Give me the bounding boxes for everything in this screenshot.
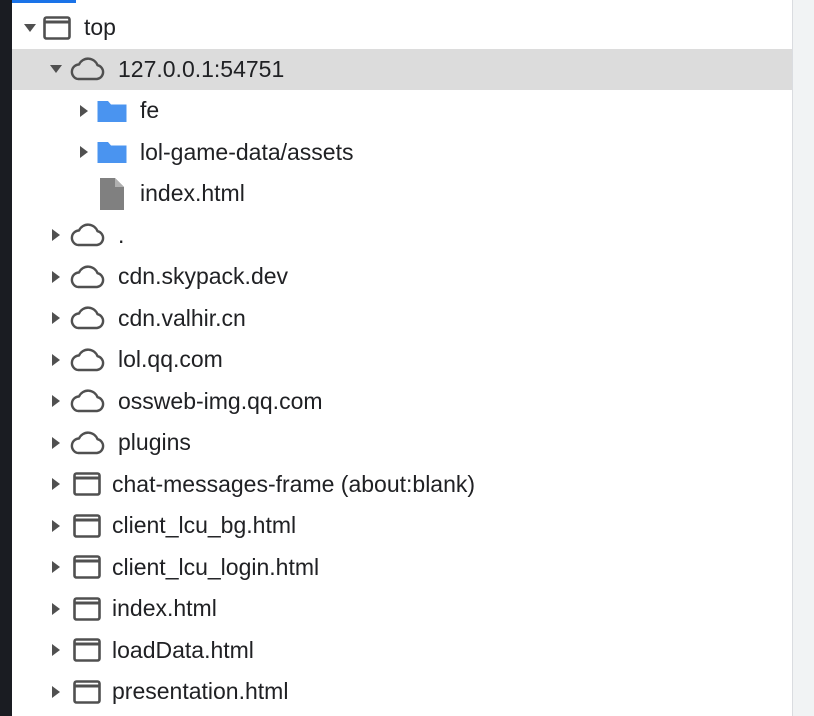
tree-item-frame[interactable]: loadData.html bbox=[12, 630, 792, 672]
tree-item-folder[interactable]: fe bbox=[12, 90, 792, 132]
tree-item-origin[interactable]: ossweb-img.qq.com bbox=[12, 381, 792, 423]
collapse-arrow-icon[interactable] bbox=[44, 223, 68, 247]
cloud-icon bbox=[68, 305, 106, 331]
tree-item-label: lol.qq.com bbox=[118, 346, 223, 373]
tree-item-origin[interactable]: lol.qq.com bbox=[12, 339, 792, 381]
tree-item-label: loadData.html bbox=[112, 636, 254, 663]
tree-item-label: index.html bbox=[112, 595, 217, 622]
collapse-arrow-icon[interactable] bbox=[44, 431, 68, 455]
collapse-arrow-icon[interactable] bbox=[44, 638, 68, 662]
tree-item-origin[interactable]: plugins bbox=[12, 422, 792, 464]
expand-arrow-icon[interactable] bbox=[44, 57, 68, 81]
tree-item-label: chat-messages-frame (about:blank) bbox=[112, 470, 476, 497]
tree-item-label: cdn.valhir.cn bbox=[118, 304, 246, 331]
collapse-arrow-icon[interactable] bbox=[44, 348, 68, 372]
tree-item-label: index.html bbox=[140, 180, 245, 207]
frame-icon bbox=[72, 471, 102, 497]
collapse-arrow-icon[interactable] bbox=[72, 140, 96, 164]
collapse-arrow-icon[interactable] bbox=[44, 514, 68, 538]
collapse-arrow-icon[interactable] bbox=[44, 597, 68, 621]
frame-icon bbox=[72, 679, 102, 705]
collapse-arrow-icon[interactable] bbox=[44, 389, 68, 413]
tree-item-label: ossweb-img.qq.com bbox=[118, 387, 323, 414]
cloud-icon bbox=[68, 430, 106, 456]
active-tab-indicator bbox=[12, 0, 76, 3]
page-tree: top 127.0.0.1:54751 fe lol-game-data/ass… bbox=[12, 7, 792, 716]
collapse-arrow-icon[interactable] bbox=[44, 680, 68, 704]
tree-item-label: presentation.html bbox=[112, 678, 289, 705]
tree-item-file[interactable]: index.html bbox=[12, 173, 792, 215]
sources-panel: top 127.0.0.1:54751 fe lol-game-data/ass… bbox=[0, 0, 814, 716]
frame-icon bbox=[72, 596, 102, 622]
tree-item-label: . bbox=[118, 221, 125, 248]
collapse-arrow-icon[interactable] bbox=[72, 99, 96, 123]
collapse-arrow-icon[interactable] bbox=[44, 265, 68, 289]
collapse-arrow-icon[interactable] bbox=[44, 555, 68, 579]
tree-item-folder[interactable]: lol-game-data/assets bbox=[12, 132, 792, 174]
tree-item-label: client_lcu_login.html bbox=[112, 553, 320, 580]
tree-item-frame[interactable]: index.html bbox=[12, 588, 792, 630]
tree-item-frame[interactable]: client_lcu_bg.html bbox=[12, 505, 792, 547]
folder-icon bbox=[96, 98, 128, 124]
tree-item-origin[interactable]: cdn.valhir.cn bbox=[12, 298, 792, 340]
collapse-arrow-icon[interactable] bbox=[44, 306, 68, 330]
cloud-icon bbox=[68, 56, 106, 82]
tree-item-label: cdn.skypack.dev bbox=[118, 263, 289, 290]
cloud-icon bbox=[68, 264, 106, 290]
expand-arrow-icon[interactable] bbox=[18, 16, 42, 40]
frame-icon bbox=[72, 513, 102, 539]
cloud-icon bbox=[68, 222, 106, 248]
frame-icon bbox=[72, 554, 102, 580]
tree-item-origin[interactable]: . bbox=[12, 215, 792, 257]
tree-item-origin[interactable]: 127.0.0.1:54751 bbox=[12, 48, 792, 90]
frame-icon bbox=[72, 637, 102, 663]
tree-item-label: top bbox=[84, 14, 116, 41]
tree-item-label: client_lcu_bg.html bbox=[112, 512, 297, 539]
collapse-arrow-icon[interactable] bbox=[44, 472, 68, 496]
cloud-icon bbox=[68, 347, 106, 373]
tree-item-frame[interactable]: chat-messages-frame (about:blank) bbox=[12, 464, 792, 506]
tree-item-frame[interactable]: client_lcu_login.html bbox=[12, 547, 792, 589]
file-icon bbox=[96, 177, 128, 211]
background-app-edge bbox=[0, 0, 12, 716]
tree-item-frame[interactable]: presentation.html bbox=[12, 671, 792, 713]
tree-item-label: 127.0.0.1:54751 bbox=[118, 55, 285, 82]
tree-item-label: plugins bbox=[118, 429, 191, 456]
tree-item-label: fe bbox=[140, 97, 160, 124]
vertical-scrollbar[interactable] bbox=[792, 0, 814, 716]
cloud-icon bbox=[68, 388, 106, 414]
tree-item-label: lol-game-data/assets bbox=[140, 138, 354, 165]
folder-icon bbox=[96, 139, 128, 165]
frame-icon bbox=[42, 15, 72, 41]
tree-item-top[interactable]: top bbox=[12, 7, 792, 49]
tree-item-origin[interactable]: cdn.skypack.dev bbox=[12, 256, 792, 298]
